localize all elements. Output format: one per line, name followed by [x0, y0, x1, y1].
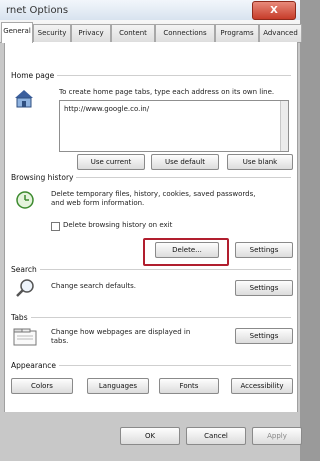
tab-connections[interactable]: Connections: [155, 24, 215, 42]
url-scrollbar[interactable]: [280, 101, 288, 151]
dialog-button-bar: OK Cancel Apply: [0, 412, 302, 461]
history-icon: [16, 191, 34, 209]
ok-button[interactable]: OK: [120, 427, 180, 445]
apply-button[interactable]: Apply: [252, 427, 302, 445]
tabs-settings-button[interactable]: Settings: [235, 328, 293, 344]
cancel-button[interactable]: Cancel: [186, 427, 246, 445]
home-page-label: Home page: [11, 71, 58, 80]
search-divider: [11, 269, 291, 270]
internet-options-window: rnet Options X General Security Privacy …: [0, 0, 302, 461]
delete-on-exit-checkbox[interactable]: [51, 222, 60, 231]
use-current-button[interactable]: Use current: [77, 154, 145, 170]
appearance-label: Appearance: [11, 361, 60, 370]
search-settings-button[interactable]: Settings: [235, 280, 293, 296]
fonts-button[interactable]: Fonts: [159, 378, 219, 394]
tabs-label: Tabs: [11, 313, 31, 322]
tab-programs[interactable]: Programs: [215, 24, 259, 42]
home-page-description: To create home page tabs, type each addr…: [59, 88, 275, 96]
close-button[interactable]: X: [252, 1, 296, 20]
tabs-icon: [13, 328, 37, 346]
home-page-icon: [15, 90, 33, 108]
search-description: Change search defaults.: [51, 282, 137, 290]
tab-privacy[interactable]: Privacy: [71, 24, 111, 42]
tab-content[interactable]: Content: [111, 24, 155, 42]
browsing-history-description-2: and web form information.: [51, 199, 145, 207]
colors-button[interactable]: Colors: [11, 378, 73, 394]
search-icon: [16, 279, 34, 297]
home-page-url-value: http://www.google.co.in/: [64, 105, 150, 113]
search-label: Search: [11, 265, 40, 274]
browsing-history-label: Browsing history: [11, 173, 77, 182]
title-bar: rnet Options X: [0, 0, 300, 21]
tab-general[interactable]: General: [1, 22, 33, 43]
general-panel: Home page To create home page tabs, type…: [4, 42, 298, 413]
tabs-description-2: tabs.: [51, 337, 69, 345]
use-default-button[interactable]: Use default: [151, 154, 219, 170]
browsing-history-description-1: Delete temporary files, history, cookies…: [51, 190, 256, 198]
window-title: rnet Options: [6, 5, 69, 16]
tabs-divider: [11, 317, 291, 318]
home-page-url-field[interactable]: http://www.google.co.in/: [59, 100, 289, 152]
delete-highlight-box: [143, 238, 229, 266]
languages-button[interactable]: Languages: [87, 378, 149, 394]
accessibility-button[interactable]: Accessibility: [231, 378, 293, 394]
delete-on-exit-label: Delete browsing history on exit: [63, 221, 173, 229]
tabs-description-1: Change how webpages are displayed in: [51, 328, 191, 336]
tab-security[interactable]: Security: [33, 24, 71, 42]
tab-strip: General Security Privacy Content Connect…: [0, 20, 302, 43]
browsing-history-settings-button[interactable]: Settings: [235, 242, 293, 258]
tab-advanced[interactable]: Advanced: [259, 24, 302, 42]
use-blank-button[interactable]: Use blank: [227, 154, 293, 170]
